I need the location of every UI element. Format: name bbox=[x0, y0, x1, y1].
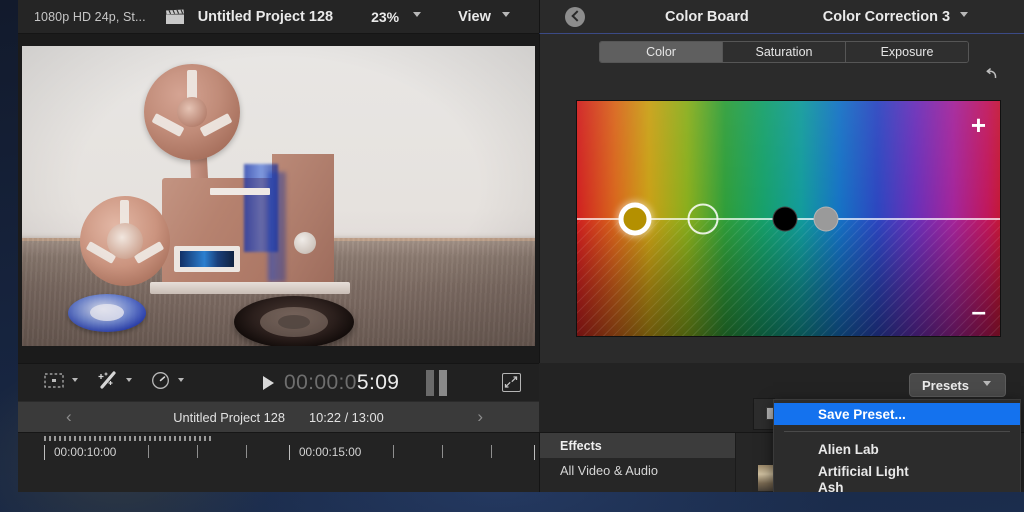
menu-item-alien-lab[interactable]: Alien Lab bbox=[774, 438, 1020, 460]
fullscreen-icon[interactable] bbox=[502, 373, 521, 392]
global-puck[interactable] bbox=[618, 202, 652, 235]
ruler-label: 00:00:10:00 bbox=[54, 445, 117, 459]
view-menu-label[interactable]: View bbox=[458, 9, 491, 25]
menu-item-save-preset[interactable]: Save Preset... bbox=[774, 403, 1020, 425]
timecode-lit: 5:09 bbox=[356, 370, 400, 394]
enhance-chevron-down-icon[interactable] bbox=[126, 378, 135, 387]
timecode-dim: 00:00:0 bbox=[284, 370, 357, 394]
ruler-tick bbox=[44, 445, 45, 460]
ruler-tick bbox=[491, 445, 492, 458]
timecode-display[interactable]: 00:00:05:09 bbox=[284, 371, 399, 395]
highlights-puck[interactable] bbox=[813, 206, 839, 231]
ruler-tick bbox=[442, 445, 443, 458]
transform-icon[interactable] bbox=[44, 372, 64, 394]
retime-chevron-down-icon[interactable] bbox=[178, 378, 187, 387]
chevron-left-icon[interactable]: ‹ bbox=[66, 407, 72, 427]
ruler-tick bbox=[393, 445, 394, 458]
ruler-tick bbox=[148, 445, 149, 458]
increase-icon[interactable]: + bbox=[971, 112, 986, 138]
chevron-right-icon[interactable]: › bbox=[477, 407, 483, 427]
board-highlight-overlay bbox=[577, 101, 1000, 219]
presets-chevron-down-icon bbox=[982, 380, 992, 390]
speedometer-icon[interactable] bbox=[151, 371, 170, 395]
viewer-top-bar: 1080p HD 24p, St... Untitled Project 128… bbox=[18, 0, 539, 33]
transport-bar: 00:00:05:09 bbox=[18, 363, 539, 401]
color-correction-label[interactable]: Color Correction 3 bbox=[823, 9, 950, 25]
timeline-dotted-track bbox=[44, 436, 212, 441]
tab-saturation[interactable]: Saturation bbox=[723, 42, 846, 62]
ruler-tick bbox=[534, 445, 535, 460]
color-board-pane: Color Saturation Exposure + – bbox=[539, 33, 1024, 363]
inspector-title: Color Board bbox=[665, 8, 749, 25]
ruler-tick bbox=[289, 445, 290, 460]
ruler-tick bbox=[246, 445, 247, 458]
menu-separator bbox=[784, 431, 1010, 432]
transform-chevron-down-icon[interactable] bbox=[72, 378, 81, 387]
presets-button-label: Presets bbox=[922, 377, 969, 393]
color-board-canvas[interactable]: + – bbox=[576, 100, 1001, 337]
correction-chevron-down-icon[interactable] bbox=[960, 12, 969, 21]
ruler-tick bbox=[197, 445, 198, 458]
project-format-label: 1080p HD 24p, St... bbox=[34, 9, 146, 24]
effects-item-all-video-audio[interactable]: All Video & Audio bbox=[540, 458, 735, 483]
preview-vignette bbox=[22, 46, 535, 346]
shadows-puck[interactable] bbox=[687, 203, 719, 234]
project-info-bar: ‹ Untitled Project 128 10:22 / 13:00 › bbox=[18, 401, 539, 432]
presets-dropdown-menu: Save Preset... Alien Lab Artificial Ligh… bbox=[773, 399, 1021, 492]
tab-color[interactable]: Color bbox=[600, 42, 723, 62]
clapperboard-icon[interactable] bbox=[165, 8, 185, 25]
play-icon[interactable] bbox=[263, 375, 274, 390]
ruler-label: 00:00:15:00 bbox=[299, 445, 362, 459]
decrease-icon[interactable]: – bbox=[972, 298, 986, 324]
color-board-tabs[interactable]: Color Saturation Exposure bbox=[599, 41, 969, 63]
pause-bars-icon[interactable] bbox=[425, 369, 451, 396]
presets-button[interactable]: Presets bbox=[909, 373, 1006, 397]
info-time-readout: 10:22 / 13:00 bbox=[308, 409, 384, 425]
board-diagonal-stripes bbox=[577, 218, 1000, 336]
inspector-top-bar: Color Board Color Correction 3 bbox=[539, 0, 1024, 33]
timeline-ruler[interactable]: 00:00:10:00 00:00:15:00 bbox=[18, 443, 539, 469]
project-title: Untitled Project 128 bbox=[197, 8, 334, 25]
menu-item-ash[interactable]: Ash bbox=[774, 482, 1020, 492]
video-preview[interactable] bbox=[22, 46, 535, 346]
view-chevron-down-icon[interactable] bbox=[501, 12, 511, 21]
menu-item-artificial-light[interactable]: Artificial Light bbox=[774, 460, 1020, 482]
back-chevron-icon[interactable] bbox=[565, 6, 585, 27]
tab-exposure[interactable]: Exposure bbox=[846, 42, 968, 62]
midtones-puck[interactable] bbox=[772, 206, 798, 231]
zoom-level[interactable]: 23% bbox=[371, 9, 399, 25]
reset-arrow-icon[interactable] bbox=[983, 66, 999, 82]
info-project-name: Untitled Project 128 bbox=[173, 409, 285, 425]
effects-sidebar: Effects All Video & Audio bbox=[540, 433, 736, 492]
magic-wand-icon[interactable] bbox=[97, 370, 118, 395]
zoom-chevron-down-icon[interactable] bbox=[413, 12, 422, 21]
timeline-pane[interactable]: 00:00:10:00 00:00:15:00 bbox=[18, 432, 539, 492]
viewer-pane bbox=[18, 33, 539, 363]
top-bar: 1080p HD 24p, St... Untitled Project 128… bbox=[18, 0, 1024, 33]
final-cut-pro-window: 1080p HD 24p, St... Untitled Project 128… bbox=[18, 0, 1024, 492]
effects-header: Effects bbox=[540, 433, 735, 458]
